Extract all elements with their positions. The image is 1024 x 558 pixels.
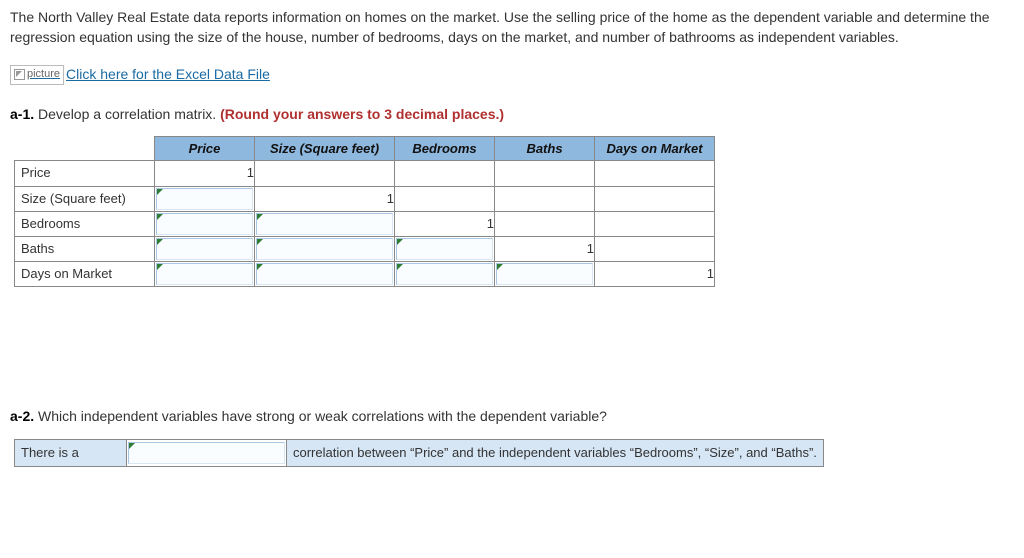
matrix-input[interactable]	[156, 238, 253, 260]
question-a1-note: (Round your answers to 3 decimal places.…	[220, 106, 504, 122]
question-a2: a-2. Which independent variables have st…	[10, 407, 1014, 427]
matrix-row-label: Bedrooms	[15, 211, 155, 236]
excel-link-label: Click here for the Excel Data File	[66, 65, 270, 85]
matrix-diag-cell: 1	[155, 161, 255, 186]
broken-image-icon: picture	[10, 65, 64, 84]
matrix-diag-cell: 1	[395, 211, 495, 236]
question-a1: a-1. Develop a correlation matrix. (Roun…	[10, 105, 1014, 125]
matrix-row-label: Days on Market	[15, 262, 155, 287]
matrix-diag-cell: 1	[495, 236, 595, 261]
matrix-row-label: Price	[15, 161, 155, 186]
matrix-input[interactable]	[256, 213, 393, 235]
question-a1-label: a-1.	[10, 106, 34, 122]
intro-text: The North Valley Real Estate data report…	[10, 8, 1014, 47]
question-a2-label: a-2.	[10, 408, 34, 424]
correlation-matrix-table: Price Size (Square feet) Bedrooms Baths …	[14, 136, 715, 287]
matrix-input[interactable]	[156, 213, 253, 235]
a2-correlation-dropdown[interactable]	[128, 442, 285, 464]
matrix-input[interactable]	[156, 263, 253, 285]
matrix-header: Days on Market	[595, 137, 715, 161]
a2-tail-text: correlation between “Price” and the inde…	[287, 439, 824, 466]
matrix-row: Baths 1	[15, 236, 715, 261]
matrix-header: Size (Square feet)	[255, 137, 395, 161]
excel-data-link[interactable]: picture Click here for the Excel Data Fi…	[10, 65, 270, 85]
matrix-row: Size (Square feet) 1	[15, 186, 715, 211]
a2-fill-table: There is a correlation between “Price” a…	[14, 439, 824, 467]
question-a2-text: Which independent variables have strong …	[38, 408, 607, 424]
matrix-row-label: Size (Square feet)	[15, 186, 155, 211]
matrix-input[interactable]	[496, 263, 593, 285]
matrix-diag-cell: 1	[255, 186, 395, 211]
matrix-row: Bedrooms 1	[15, 211, 715, 236]
matrix-input[interactable]	[256, 263, 393, 285]
matrix-header: Baths	[495, 137, 595, 161]
a2-lead-text: There is a	[15, 439, 127, 466]
matrix-row: Price 1	[15, 161, 715, 186]
matrix-header: Bedrooms	[395, 137, 495, 161]
matrix-input[interactable]	[156, 188, 253, 210]
matrix-input[interactable]	[256, 238, 393, 260]
matrix-row: Days on Market 1	[15, 262, 715, 287]
matrix-header: Price	[155, 137, 255, 161]
matrix-input[interactable]	[396, 263, 493, 285]
question-a1-text: Develop a correlation matrix.	[38, 106, 216, 122]
matrix-row-label: Baths	[15, 236, 155, 261]
matrix-diag-cell: 1	[595, 262, 715, 287]
matrix-input[interactable]	[396, 238, 493, 260]
